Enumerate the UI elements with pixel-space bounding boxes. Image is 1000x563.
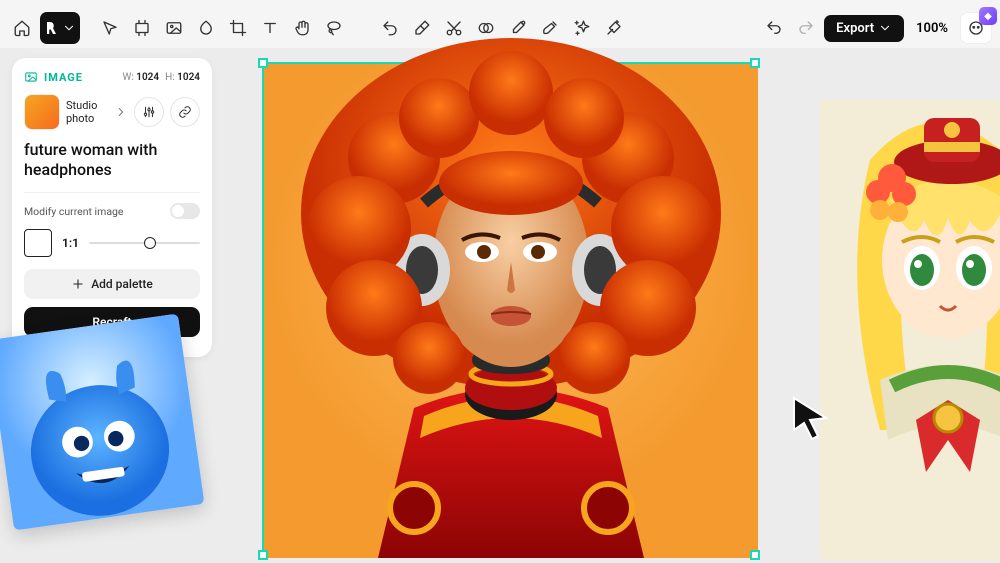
modify-label: Modify current image — [24, 205, 124, 218]
export-button[interactable]: Export — [824, 15, 904, 42]
monster-illustration — [0, 314, 204, 531]
settings-sliders-button[interactable] — [134, 97, 164, 127]
chevron-right-icon[interactable] — [114, 105, 128, 119]
prompt-text[interactable]: future woman with headphones — [24, 140, 200, 180]
user-avatar[interactable]: ◆ — [960, 12, 992, 44]
aspect-ratio-button[interactable] — [24, 229, 52, 257]
resize-handle-bottom-right[interactable] — [750, 550, 760, 560]
canvas-image-anime[interactable] — [820, 100, 1000, 560]
image-panel: IMAGE W: 1024 H: 1024 Studio photo futur… — [12, 58, 212, 357]
app-logo-menu[interactable] — [40, 12, 80, 44]
resize-handle-bottom-left[interactable] — [258, 550, 268, 560]
premium-badge-icon: ◆ — [979, 7, 997, 25]
add-palette-button[interactable]: Add palette — [24, 269, 200, 299]
dimensions-readout: W: 1024 H: 1024 — [122, 72, 200, 83]
frame-tool[interactable] — [128, 14, 156, 42]
image-icon — [24, 70, 38, 84]
shape-tool[interactable] — [192, 14, 220, 42]
resize-handle-top-right[interactable] — [750, 58, 760, 68]
panel-title: IMAGE — [24, 70, 83, 84]
aspect-ratio-label: 1:1 — [62, 236, 79, 250]
link-button[interactable] — [170, 97, 200, 127]
style-label: Studio photo — [66, 99, 108, 125]
crop-tool[interactable] — [224, 14, 252, 42]
chevron-down-icon — [878, 21, 892, 35]
redo-button[interactable] — [792, 14, 820, 42]
modify-toggle[interactable] — [170, 203, 200, 219]
canvas-image-monster[interactable] — [0, 314, 204, 531]
export-label: Export — [836, 21, 874, 36]
style-thumbnail[interactable] — [24, 94, 60, 130]
divider — [24, 192, 200, 193]
plus-icon — [71, 277, 85, 291]
select-tool[interactable] — [96, 14, 124, 42]
zoom-level[interactable]: 100% — [908, 15, 956, 42]
anime-illustration — [820, 100, 1000, 560]
ratio-slider[interactable] — [89, 242, 200, 244]
cursor-pointer-icon — [790, 396, 830, 444]
image-tool[interactable] — [160, 14, 188, 42]
selected-image-frame[interactable] — [262, 62, 756, 556]
generated-image — [264, 64, 754, 554]
home-button[interactable] — [8, 14, 36, 42]
undo-button[interactable] — [760, 14, 788, 42]
resize-handle-top-left[interactable] — [258, 58, 268, 68]
